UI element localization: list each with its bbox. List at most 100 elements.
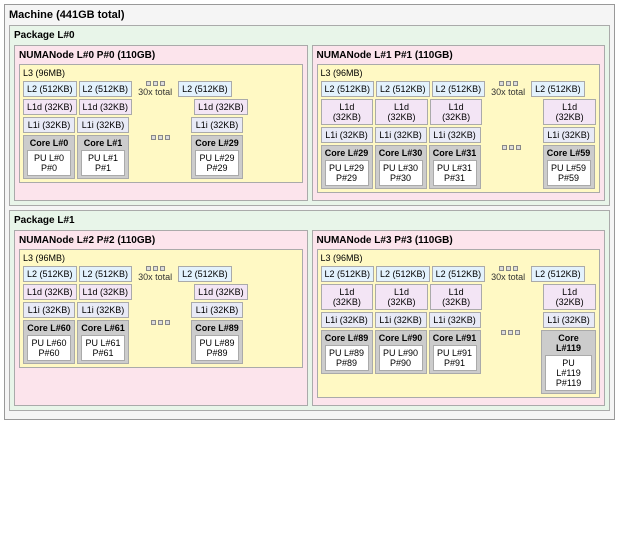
core-dot1 (151, 135, 156, 140)
numa-0-0-title: NUMANode L#0 P#0 (110GB) (19, 50, 303, 61)
machine-box: Machine (441GB total) Package L#0 NUMANo… (4, 4, 615, 420)
core-row-0-0: Core L#0 PU L#0P#0 Core L#1 PU L#1P#1 (23, 135, 299, 179)
core-0-1-0-title: Core L#29 (325, 148, 369, 158)
core-row-0-1: Core L#29 PU L#29P#29 Core L#30 PU L#30P… (321, 145, 597, 189)
l2-0-1-2: L2 (512KB) (432, 81, 486, 97)
pu-1-0-1: PU L#61P#61 (81, 335, 125, 361)
l1i-0-1-1: L1i (32KB) (375, 127, 427, 143)
pu-1-1-1: PU L#90P#90 (379, 345, 423, 371)
core-0-1-2: Core L#31 PU L#31P#31 (429, 145, 481, 189)
dot3 (160, 81, 165, 86)
pu-0-1-0: PU L#29P#29 (325, 160, 369, 186)
core-dot2g (508, 330, 513, 335)
core-0-1-2-title: Core L#31 (433, 148, 477, 158)
dot2 (153, 81, 158, 86)
l1i-0-1-0: L1i (32KB) (321, 127, 373, 143)
core-1-1-2-title: Core L#91 (433, 333, 477, 343)
dots-icons-0-0 (146, 81, 165, 86)
package-0-title: Package L#0 (14, 30, 605, 41)
dots-label-text-0-1: 30x total (491, 87, 525, 97)
package-1: Package L#1 NUMANode L#2 P#2 (110GB) L3 … (9, 210, 610, 411)
dot1d (146, 266, 151, 271)
l1d-1-1-1: L1d (32KB) (375, 284, 428, 310)
numa-1-1: NUMANode L#3 P#3 (110GB) L3 (96MB) L2 (5… (312, 230, 606, 406)
dot1b (499, 81, 504, 86)
core-1-0-0: Core L#60 PU L#60P#60 (23, 320, 75, 364)
l2-0-0-last: L2 (512KB) (178, 81, 232, 97)
l1i-row-0-0: L1i (32KB) L1i (32KB) L1i (32KB) (23, 117, 299, 133)
l2-1-0-last: L2 (512KB) (178, 266, 232, 282)
l2-0-0-0: L2 (512KB) (23, 81, 77, 97)
l1i-0-1-last: L1i (32KB) (543, 127, 595, 143)
dot2d (153, 266, 158, 271)
l1i-1-1-0: L1i (32KB) (321, 312, 373, 328)
core-0-1-0: Core L#29 PU L#29P#29 (321, 145, 373, 189)
machine-title: Machine (441GB total) (9, 9, 610, 21)
l1d-0-1-2: L1d (32KB) (430, 99, 483, 125)
l1i-1-0-1: L1i (32KB) (77, 302, 129, 318)
dot3b (513, 81, 518, 86)
l2-row-0-0: L2 (512KB) L2 (512KB) 30x total L2 (512K… (23, 81, 299, 97)
l1d-1-1-last: L1d (32KB) (543, 284, 596, 310)
dot2f (506, 266, 511, 271)
l1d-row-0-1: L1d (32KB) L1d (32KB) L1d (32KB) L1d (32… (321, 99, 597, 125)
dots-label-text-1-1: 30x total (491, 272, 525, 282)
l1i-1-1-2: L1i (32KB) (429, 312, 481, 328)
l1i-0-0-1: L1i (32KB) (77, 117, 129, 133)
l2-0-1-0: L2 (512KB) (321, 81, 375, 97)
package-0: Package L#0 NUMANode L#0 P#0 (110GB) L3 … (9, 25, 610, 206)
core-0-0-1-title: Core L#1 (81, 138, 125, 148)
l1i-1-0-last: L1i (32KB) (191, 302, 243, 318)
l1d-0-1-last: L1d (32KB) (543, 99, 596, 125)
core-dot2e (158, 320, 163, 325)
l2-0-1-1: L2 (512KB) (376, 81, 430, 97)
l3-0-1: L3 (96MB) L2 (512KB) L2 (512KB) L2 (512K… (317, 64, 601, 193)
numa-1-0: NUMANode L#2 P#2 (110GB) L3 (96MB) L2 (5… (14, 230, 308, 406)
pu-0-1-2: PU L#31P#31 (433, 160, 477, 186)
dots-icons-1-0 (146, 266, 165, 271)
dot3d (160, 266, 165, 271)
dots-0-0: 30x total (134, 81, 176, 97)
dots-icons-1-1 (499, 266, 518, 271)
core-dot2c (509, 145, 514, 150)
core-0-0-last-title: Core L#29 (195, 138, 239, 148)
core-dots-0-0 (151, 135, 170, 140)
core-0-1-1-title: Core L#30 (379, 148, 423, 158)
pu-0-0-last: PU L#29P#29 (195, 150, 239, 176)
dots-1-0: 30x total (134, 266, 176, 282)
core-1-0-0-title: Core L#60 (27, 323, 71, 333)
core-row-1-1: Core L#89 PU L#89P#89 Core L#90 PU L#90P… (321, 330, 597, 394)
core-1-1-0-title: Core L#89 (325, 333, 369, 343)
numa-1-0-title: NUMANode L#2 P#2 (110GB) (19, 235, 303, 246)
core-dots-1-1 (501, 330, 520, 335)
pu-1-1-0: PU L#89P#89 (325, 345, 369, 371)
core-dots-0-1 (502, 145, 521, 150)
l1i-row-0-1: L1i (32KB) L1i (32KB) L1i (32KB) L1i (32… (321, 127, 597, 143)
pu-0-0-0: PU L#0P#0 (27, 150, 71, 176)
core-0-0-0-title: Core L#0 (27, 138, 71, 148)
numa-row-0: NUMANode L#0 P#0 (110GB) L3 (96MB) L2 (5… (14, 45, 605, 201)
core-0-1-last-title: Core L#59 (547, 148, 591, 158)
core-dot3e (165, 320, 170, 325)
core-row-1-0: Core L#60 PU L#60P#60 Core L#61 PU L#61P… (23, 320, 299, 364)
l2-1-0-0: L2 (512KB) (23, 266, 77, 282)
l1d-0-0-0: L1d (32KB) (23, 99, 77, 115)
l2-row-0-1: L2 (512KB) L2 (512KB) L2 (512KB) 30x tot… (321, 81, 597, 97)
l2-1-1-last: L2 (512KB) (531, 266, 585, 282)
l1i-1-1-last: L1i (32KB) (543, 312, 595, 328)
l2-0-1-last: L2 (512KB) (531, 81, 585, 97)
dot1 (146, 81, 151, 86)
core-1-1-0: Core L#89 PU L#89P#89 (321, 330, 373, 374)
numa-0-1: NUMANode L#1 P#1 (110GB) L3 (96MB) L2 (5… (312, 45, 606, 201)
l1i-1-0-0: L1i (32KB) (23, 302, 75, 318)
core-0-1-1: Core L#30 PU L#30P#30 (375, 145, 427, 189)
core-1-0-last: Core L#89 PU L#89P#89 (191, 320, 243, 364)
l1i-row-1-0: L1i (32KB) L1i (32KB) L1i (32KB) (23, 302, 299, 318)
l3-1-1: L3 (96MB) L2 (512KB) L2 (512KB) L2 (512K… (317, 249, 601, 398)
dot2b (506, 81, 511, 86)
l1i-0-1-2: L1i (32KB) (429, 127, 481, 143)
l3-1-1-label: L3 (96MB) (321, 253, 597, 263)
l2-1-1-1: L2 (512KB) (376, 266, 430, 282)
dots-label-text-1-0: 30x total (138, 272, 172, 282)
pu-1-1-last: PU L#119P#119 (545, 355, 592, 391)
